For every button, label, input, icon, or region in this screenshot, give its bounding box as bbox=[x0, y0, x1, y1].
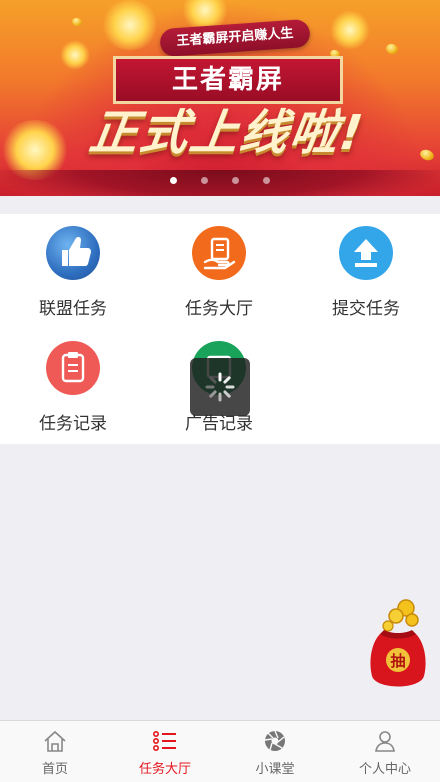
pager-dot[interactable] bbox=[232, 177, 239, 184]
grid-item-alliance-task[interactable]: 联盟任务 bbox=[0, 214, 146, 329]
spinner-icon bbox=[205, 372, 235, 402]
bottom-tab-bar: 首页 任务大厅 小课堂 个人中心 bbox=[0, 720, 440, 782]
pager-dot[interactable] bbox=[201, 177, 208, 184]
banner-pager bbox=[0, 169, 440, 188]
upload-arrow-icon bbox=[339, 226, 393, 280]
pager-dot[interactable] bbox=[170, 177, 177, 184]
tab-task-hall[interactable]: 任务大厅 bbox=[110, 721, 220, 782]
tab-classroom[interactable]: 小课堂 bbox=[220, 721, 330, 782]
pager-dot[interactable] bbox=[263, 177, 270, 184]
home-icon bbox=[44, 730, 66, 752]
aperture-icon bbox=[264, 730, 285, 751]
promo-banner[interactable]: 王者霸屏开启赚人生 王者霸屏 正式上线啦! bbox=[0, 0, 440, 196]
grid-item-submit-task[interactable]: 提交任务 bbox=[293, 214, 439, 329]
banner-slogan: 正式上线啦! bbox=[86, 105, 368, 161]
person-icon bbox=[375, 731, 395, 752]
grid-item-task-record[interactable]: 任务记录 bbox=[0, 329, 146, 444]
lucky-draw-label: 抽 bbox=[390, 652, 406, 670]
list-icon bbox=[152, 730, 176, 751]
lucky-draw-button[interactable]: 抽 bbox=[368, 598, 428, 694]
tab-label: 首页 bbox=[41, 762, 68, 777]
tab-label: 任务大厅 bbox=[138, 762, 191, 777]
grid-item-task-hall[interactable]: 任务大厅 bbox=[146, 214, 292, 329]
clipboard-icon bbox=[46, 341, 100, 395]
banner-title: 王者霸屏 bbox=[113, 56, 343, 104]
grid-item-label: 任务记录 bbox=[39, 414, 107, 434]
banner-subtitle: 王者霸屏开启赚人生 bbox=[159, 18, 311, 58]
grid-item-label: 联盟任务 bbox=[39, 299, 107, 319]
grid-item-label: 提交任务 bbox=[332, 299, 400, 319]
thumbs-up-icon bbox=[46, 226, 100, 280]
tab-home[interactable]: 首页 bbox=[0, 721, 110, 782]
tab-profile[interactable]: 个人中心 bbox=[330, 721, 440, 782]
tab-label: 个人中心 bbox=[358, 762, 411, 777]
red-packet-icon bbox=[370, 599, 426, 687]
grid-item-label: 任务大厅 bbox=[185, 299, 253, 319]
loading-toast bbox=[190, 358, 250, 416]
hand-document-icon bbox=[192, 226, 246, 280]
tab-label: 小课堂 bbox=[255, 762, 295, 777]
